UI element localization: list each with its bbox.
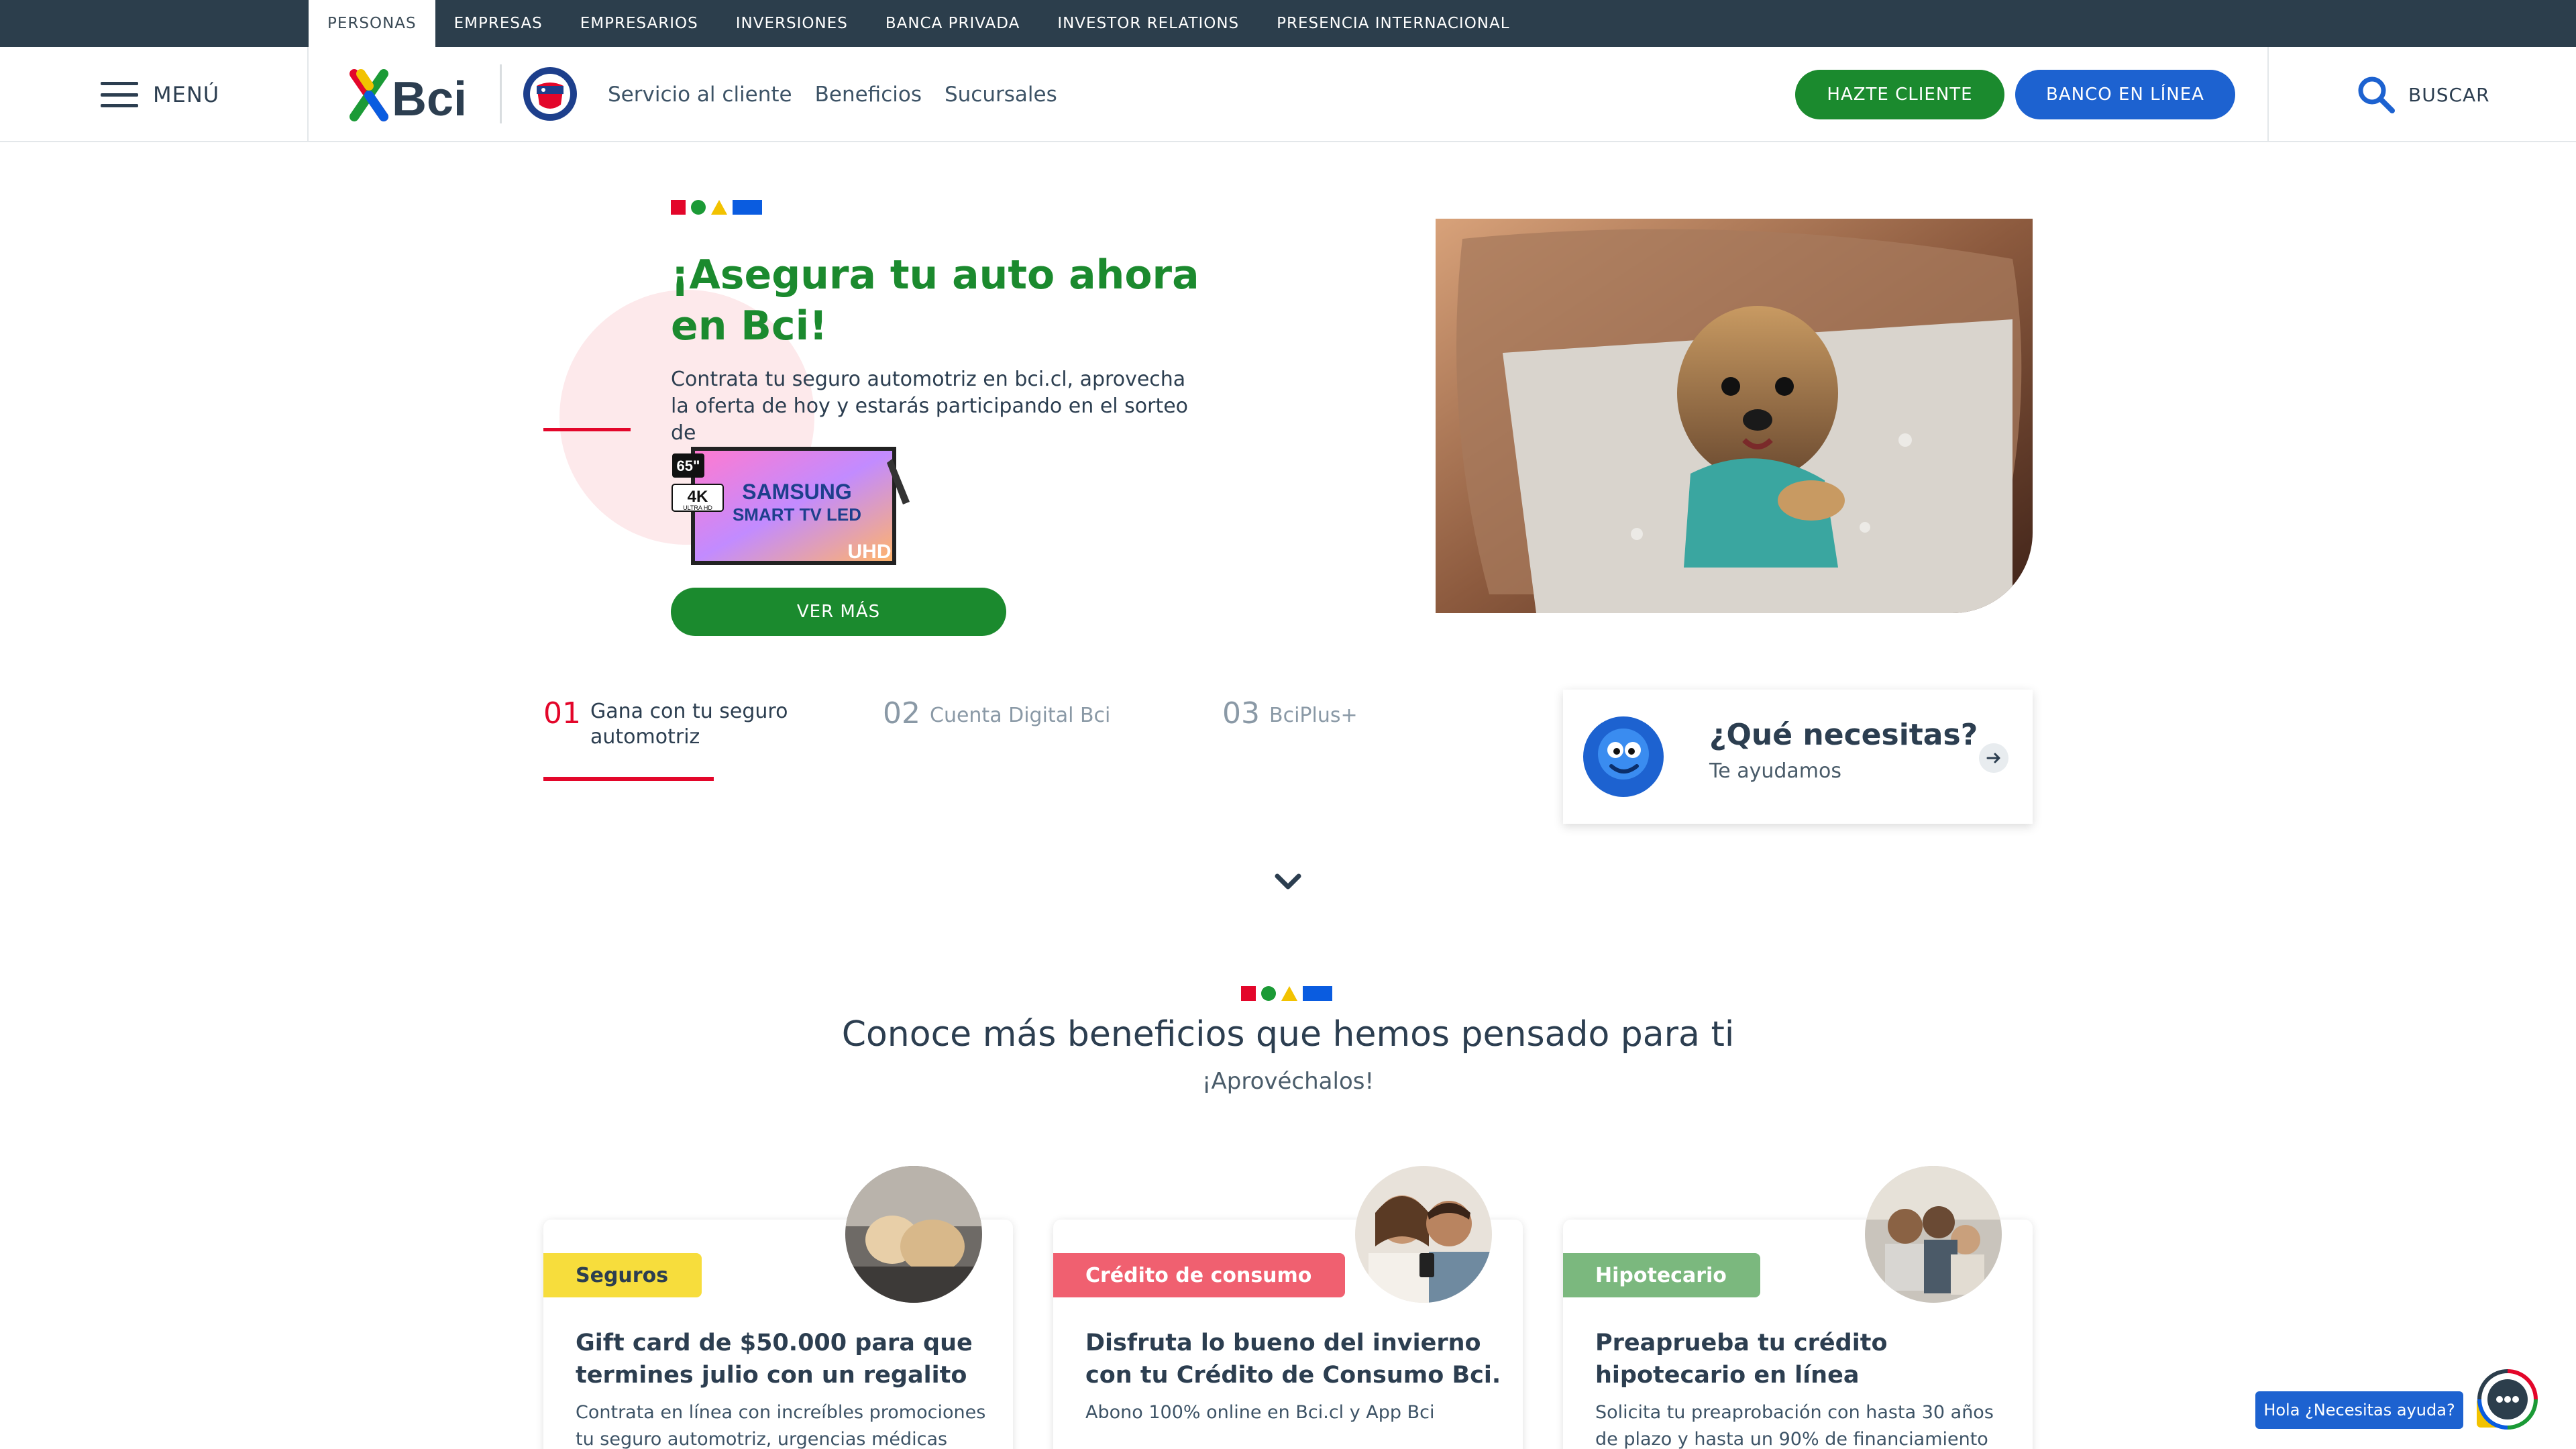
card-tag: Crédito de consumo [1053,1253,1346,1297]
card-description: Solicita tu preaprobación con hasta 30 a… [1595,1402,1994,1449]
svg-text:65": 65" [677,458,700,474]
nav-link-beneficios[interactable]: Beneficios [815,83,922,107]
tab-banca-privada[interactable]: BANCA PRIVADA [867,0,1039,47]
search-icon [2358,76,2395,113]
divider [307,47,309,142]
chat-icon[interactable] [2474,1368,2538,1433]
card-tag: Hipotecario [1563,1253,1760,1297]
slider-tab-label: BciPlus+ [1269,704,1358,727]
seleccion-chilena-seal-icon [523,67,577,121]
brand-shapes [1241,986,1332,1001]
card-avatar-dog-car [845,1166,982,1303]
segment-tabs: PERSONAS EMPRESAS EMPRESARIOS INVERSIONE… [309,0,1529,47]
card-title: Preaprueba tu crédito hipotecario en lín… [1595,1330,1888,1389]
slider-tab-number: 01 [543,696,581,731]
slider-active-indicator [543,777,714,781]
ver-mas-button[interactable]: VER MÁS [671,588,1006,636]
svg-text:SMART TV LED: SMART TV LED [733,504,861,525]
svg-text:ULTRA HD: ULTRA HD [683,504,712,511]
logo-divider [500,64,502,123]
slider-tab-2[interactable]: 02 Cuenta Digital Bci [883,699,1110,729]
svg-text:Bci: Bci [392,72,467,123]
hero-title: ¡Asegura tu auto ahora en Bci! [671,252,1199,350]
help-subtitle: Te ayudamos [1709,759,1842,783]
card-title: Disfruta lo bueno del invierno con tu Cr… [1085,1330,1501,1389]
tab-empresas[interactable]: EMPRESAS [435,0,561,47]
slider-tab-label: Gana con tu seguro automotriz [590,700,788,749]
tab-inversiones[interactable]: INVERSIONES [717,0,867,47]
mascot-icon [1583,716,1664,797]
svg-text:UHD: UHD [848,541,892,563]
chat-tooltip[interactable]: Hola ¿Necesitas ayuda? [2255,1391,2463,1429]
search-label: BUSCAR [2408,83,2490,106]
slider-tab-number: 02 [883,696,920,731]
tab-personas[interactable]: PERSONAS [309,0,435,47]
card-description: Contrata en línea con increíbles promoci… [576,1402,986,1449]
search-button[interactable]: BUSCAR [2356,47,2490,142]
hero-text: Contrata tu seguro automotriz en bci.cl,… [671,368,1189,445]
chevron-down-icon[interactable] [1272,869,1304,894]
decorative-dash [543,428,631,431]
hero-dog-mirror-image [1436,219,2033,613]
hazte-cliente-button[interactable]: HAZTE CLIENTE [1795,70,2004,119]
samsung-tv-image: 65" 4K ULTRA HD SAMSUNG SMART TV LED UHD [672,447,910,565]
slider-tab-label: Cuenta Digital Bci [930,704,1111,727]
menu-label: MENÚ [153,82,220,107]
slider-tab-1[interactable]: 01 Gana con tu seguro automotriz [543,699,792,750]
menu-button[interactable]: MENÚ [101,47,219,142]
tab-investor-relations[interactable]: INVESTOR RELATIONS [1038,0,1258,47]
benefits-subtitle: ¡Aprovéchalos! [1201,1068,1375,1095]
tab-empresarios[interactable]: EMPRESARIOS [561,0,717,47]
brand-shapes [671,200,762,215]
divider [2267,47,2269,142]
hamburger-icon [101,82,138,107]
card-description: Abono 100% online en Bci.cl y App Bci [1085,1402,1435,1423]
help-card[interactable]: ¿Qué necesitas? Te ayudamos [1563,690,2033,824]
card-avatar-couple-phone [1355,1166,1492,1303]
slider-tab-number: 03 [1222,696,1260,731]
banco-en-linea-button[interactable]: BANCO EN LÍNEA [2015,70,2235,119]
main-nav: MENÚ Bci Servicio al cliente Beneficios … [0,47,2576,142]
bci-logo[interactable]: Bci [349,67,470,123]
card-title: Gift card de $50.000 para que termines j… [576,1330,973,1389]
nav-link-servicio-cliente[interactable]: Servicio al cliente [608,83,792,107]
arrow-right-icon[interactable] [1979,743,2008,773]
tab-presencia-internacional[interactable]: PRESENCIA INTERNACIONAL [1258,0,1528,47]
svg-text:4K: 4K [688,488,708,506]
slider-tab-3[interactable]: 03 BciPlus+ [1222,699,1358,729]
help-title: ¿Qué necesitas? [1709,718,1978,752]
nav-link-sucursales[interactable]: Sucursales [945,83,1057,107]
nav-links: Servicio al cliente Beneficios Sucursale… [608,47,1057,142]
card-avatar-family [1865,1166,2002,1303]
svg-text:SAMSUNG: SAMSUNG [742,480,852,504]
segment-bar: PERSONAS EMPRESAS EMPRESARIOS INVERSIONE… [0,0,2576,47]
benefits-title: Conoce más beneficios que hemos pensado … [841,1014,1735,1055]
card-tag: Seguros [543,1253,702,1297]
